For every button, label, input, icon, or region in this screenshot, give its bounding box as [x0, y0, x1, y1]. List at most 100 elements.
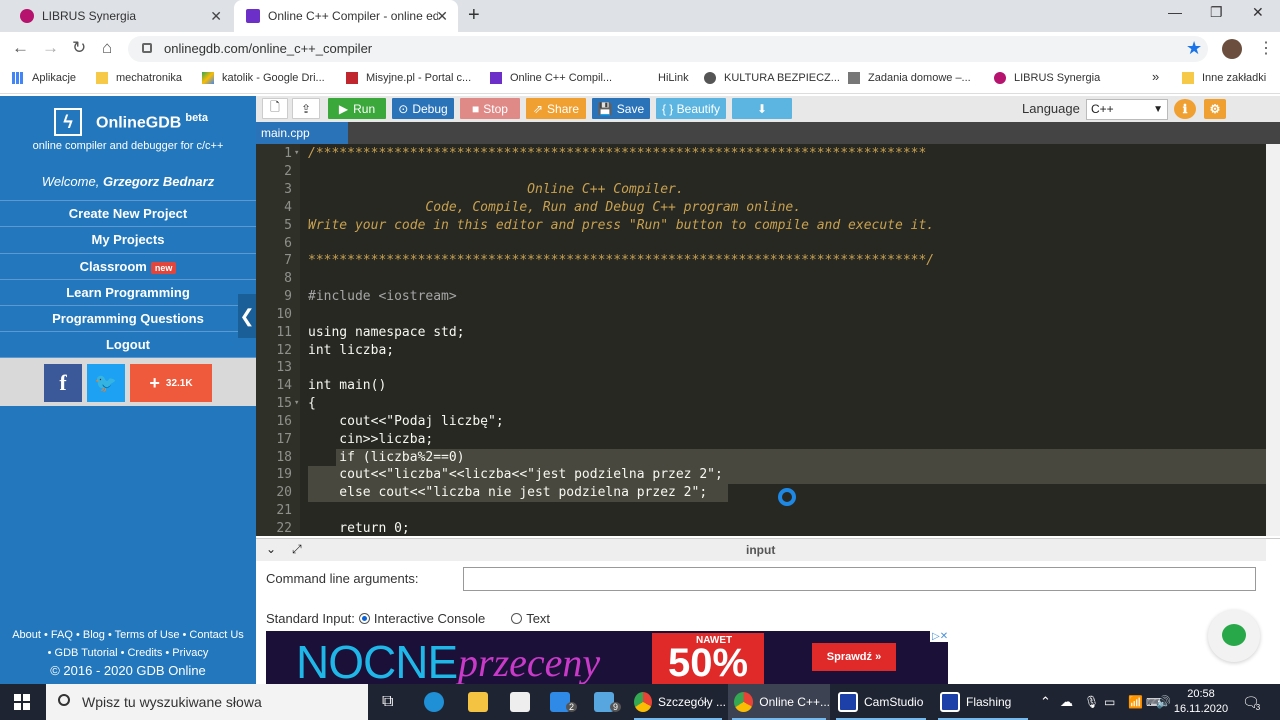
collapse-sidebar-icon[interactable]: ❮: [238, 294, 256, 338]
line-text: using namespace std;: [308, 325, 465, 340]
chat-button[interactable]: [1208, 610, 1260, 662]
footer-links-1[interactable]: About • FAQ • Blog • Terms of Use • Cont…: [0, 626, 256, 644]
forward-icon[interactable]: →: [42, 38, 59, 58]
language-select[interactable]: C++ ▼: [1086, 99, 1168, 120]
bookmark-other[interactable]: Inne zakładki: [1182, 72, 1266, 84]
onlinegdb-logo-icon[interactable]: ϟ: [54, 108, 82, 136]
back-icon[interactable]: ←: [12, 38, 29, 58]
ad-close-icon[interactable]: ▷✕: [930, 631, 948, 642]
battery-icon[interactable]: ▭: [1104, 684, 1115, 720]
bookmark-misyjne[interactable]: Misyjne.pl - Portal c...: [346, 72, 471, 84]
microphone-icon[interactable]: 🎙: [1084, 684, 1099, 720]
close-tab-icon[interactable]: ✕: [436, 8, 448, 25]
brand-title[interactable]: OnlineGDB beta: [96, 112, 208, 132]
run-button[interactable]: ▶ Run: [328, 98, 386, 119]
file-explorer-icon[interactable]: [468, 684, 494, 720]
onedrive-icon[interactable]: ☁: [1060, 684, 1073, 720]
facebook-icon[interactable]: f: [44, 364, 82, 402]
files-app-icon[interactable]: 9: [594, 684, 622, 720]
bookmarks-more-label: »: [1152, 69, 1160, 84]
share-count-button[interactable]: +32.1K: [130, 364, 212, 402]
bookmark-onlinegdb[interactable]: Online C++ Compil...: [490, 72, 612, 84]
windows-start-icon[interactable]: [14, 694, 30, 710]
save-button[interactable]: 💾 Save: [592, 98, 650, 119]
store-icon[interactable]: [510, 684, 536, 720]
collapse-panel-icon[interactable]: ⌄: [266, 542, 276, 556]
line-text: cin>>liczba;: [308, 432, 434, 447]
bookmark-mechatronika[interactable]: mechatronika: [96, 72, 182, 84]
taskbar-app-flashing[interactable]: Flashing: [934, 684, 1032, 720]
ad-cta-button[interactable]: Sprawdź »: [812, 643, 896, 671]
welcome-user[interactable]: Grzegorz Bednarz: [103, 174, 214, 189]
profile-avatar[interactable]: [1222, 39, 1242, 59]
bookmark-star-icon[interactable]: ★: [1186, 38, 1202, 59]
browser-tab-onlinegdb[interactable]: Online C++ Compiler - online ed ✕: [234, 0, 458, 32]
share-button[interactable]: ⇗ Share: [526, 98, 586, 119]
fold-icon[interactable]: ▾: [294, 395, 299, 413]
beautify-button[interactable]: { } Beautify: [656, 98, 726, 119]
code-line: 1 ▾ /*************************************…: [256, 145, 1266, 163]
code-line: 22 return 0;: [256, 520, 1266, 536]
interactive-console-label[interactable]: Interactive Console: [374, 611, 485, 626]
edge-icon[interactable]: [424, 684, 450, 720]
line-number: 11: [276, 325, 292, 340]
line-number: 16: [276, 414, 292, 429]
fold-icon[interactable]: ▾: [294, 145, 299, 163]
sidebar-item-create-project[interactable]: Create New Project: [0, 200, 256, 226]
new-file-icon[interactable]: 🗋: [262, 98, 288, 119]
browser-tab-librus[interactable]: LIBRUS Synergia ✕: [8, 0, 232, 32]
reload-icon[interactable]: ↻: [72, 38, 86, 58]
download-button[interactable]: ⬇: [732, 98, 792, 119]
bookmark-kultura[interactable]: KULTURA BEZPIECZ...: [704, 72, 840, 84]
home-icon[interactable]: ⌂: [102, 38, 112, 58]
bookmarks-more-icon[interactable]: »: [1152, 69, 1159, 84]
bookmark-apps[interactable]: Aplikacje: [12, 72, 76, 84]
volume-icon[interactable]: 🔊: [1156, 684, 1171, 720]
interactive-console-radio[interactable]: [358, 613, 370, 624]
sidebar-item-learn-programming[interactable]: Learn Programming: [0, 278, 256, 305]
mail-icon[interactable]: 2: [550, 684, 578, 720]
bookmark-zadania[interactable]: Zadania domowe –...: [848, 72, 971, 84]
sidebar-item-logout[interactable]: Logout: [0, 331, 256, 358]
browser-menu-icon[interactable]: ⋮: [1258, 38, 1274, 58]
footer-links-2[interactable]: • GDB Tutorial • Credits • Privacy: [0, 644, 256, 662]
notifications-icon[interactable]: 🗨 3: [1242, 684, 1260, 720]
url-field[interactable]: onlinegdb.com/online_c++_compiler: [128, 36, 1208, 62]
bookmark-katolik[interactable]: katolik - Google Dri...: [202, 72, 325, 84]
minimize-icon[interactable]: —: [1168, 4, 1182, 20]
tab-main-cpp[interactable]: main.cpp: [256, 122, 348, 144]
editor-scrollbar[interactable]: [1266, 144, 1280, 536]
sidebar-item-my-projects[interactable]: My Projects: [0, 226, 256, 252]
command-line-args-input[interactable]: [463, 567, 1256, 591]
maximize-icon[interactable]: ❐: [1210, 4, 1223, 21]
upload-icon[interactable]: ⇪: [292, 98, 320, 119]
bookmark-librus[interactable]: LIBRUS Synergia: [994, 72, 1100, 84]
taskbar-app-chrome-onlinecpp[interactable]: Online C++...: [728, 684, 830, 720]
text-option-label[interactable]: Text: [526, 611, 550, 626]
new-tab-icon[interactable]: +: [468, 4, 480, 27]
advertisement-banner[interactable]: NOCNE przeceny 50% NAWET Sprawdź » ▷✕: [266, 631, 948, 685]
expand-panel-icon[interactable]: ⤢: [292, 542, 302, 557]
debug-button[interactable]: ⊙ Debug: [392, 98, 454, 119]
close-tab-icon[interactable]: ✕: [210, 8, 222, 25]
settings-gear-icon[interactable]: ⚙: [1204, 99, 1226, 119]
taskbar-search-input[interactable]: Wpisz tu wyszukiwane słowa: [46, 684, 368, 720]
text-radio[interactable]: [511, 613, 523, 624]
info-icon[interactable]: ℹ: [1174, 99, 1196, 119]
share-count: 32.1K: [165, 377, 193, 389]
taskbar-app-camstudio[interactable]: CamStudio: [832, 684, 930, 720]
sidebar-item-classroom[interactable]: Classroom new: [0, 252, 256, 279]
tray-chevron-icon[interactable]: ⌃: [1040, 684, 1051, 720]
stop-button[interactable]: ■ Stop: [460, 98, 520, 119]
twitter-icon[interactable]: 🐦: [87, 364, 125, 402]
input-panel-title: input: [746, 543, 776, 557]
task-view-icon[interactable]: ⧉: [382, 684, 393, 720]
wifi-icon[interactable]: 📶: [1128, 684, 1143, 720]
sidebar-item-programming-questions[interactable]: Programming Questions: [0, 305, 256, 331]
bookmark-label: Inne zakładki: [1202, 72, 1267, 84]
code-editor[interactable]: 1 ▾/*************************************…: [256, 144, 1266, 536]
taskbar-app-chrome-details[interactable]: Szczegóły ...: [630, 684, 726, 720]
clock[interactable]: 20:58 16.11.2020: [1172, 687, 1230, 717]
close-window-icon[interactable]: ✕: [1252, 4, 1264, 21]
bookmark-hilink[interactable]: HiLink: [658, 72, 689, 84]
